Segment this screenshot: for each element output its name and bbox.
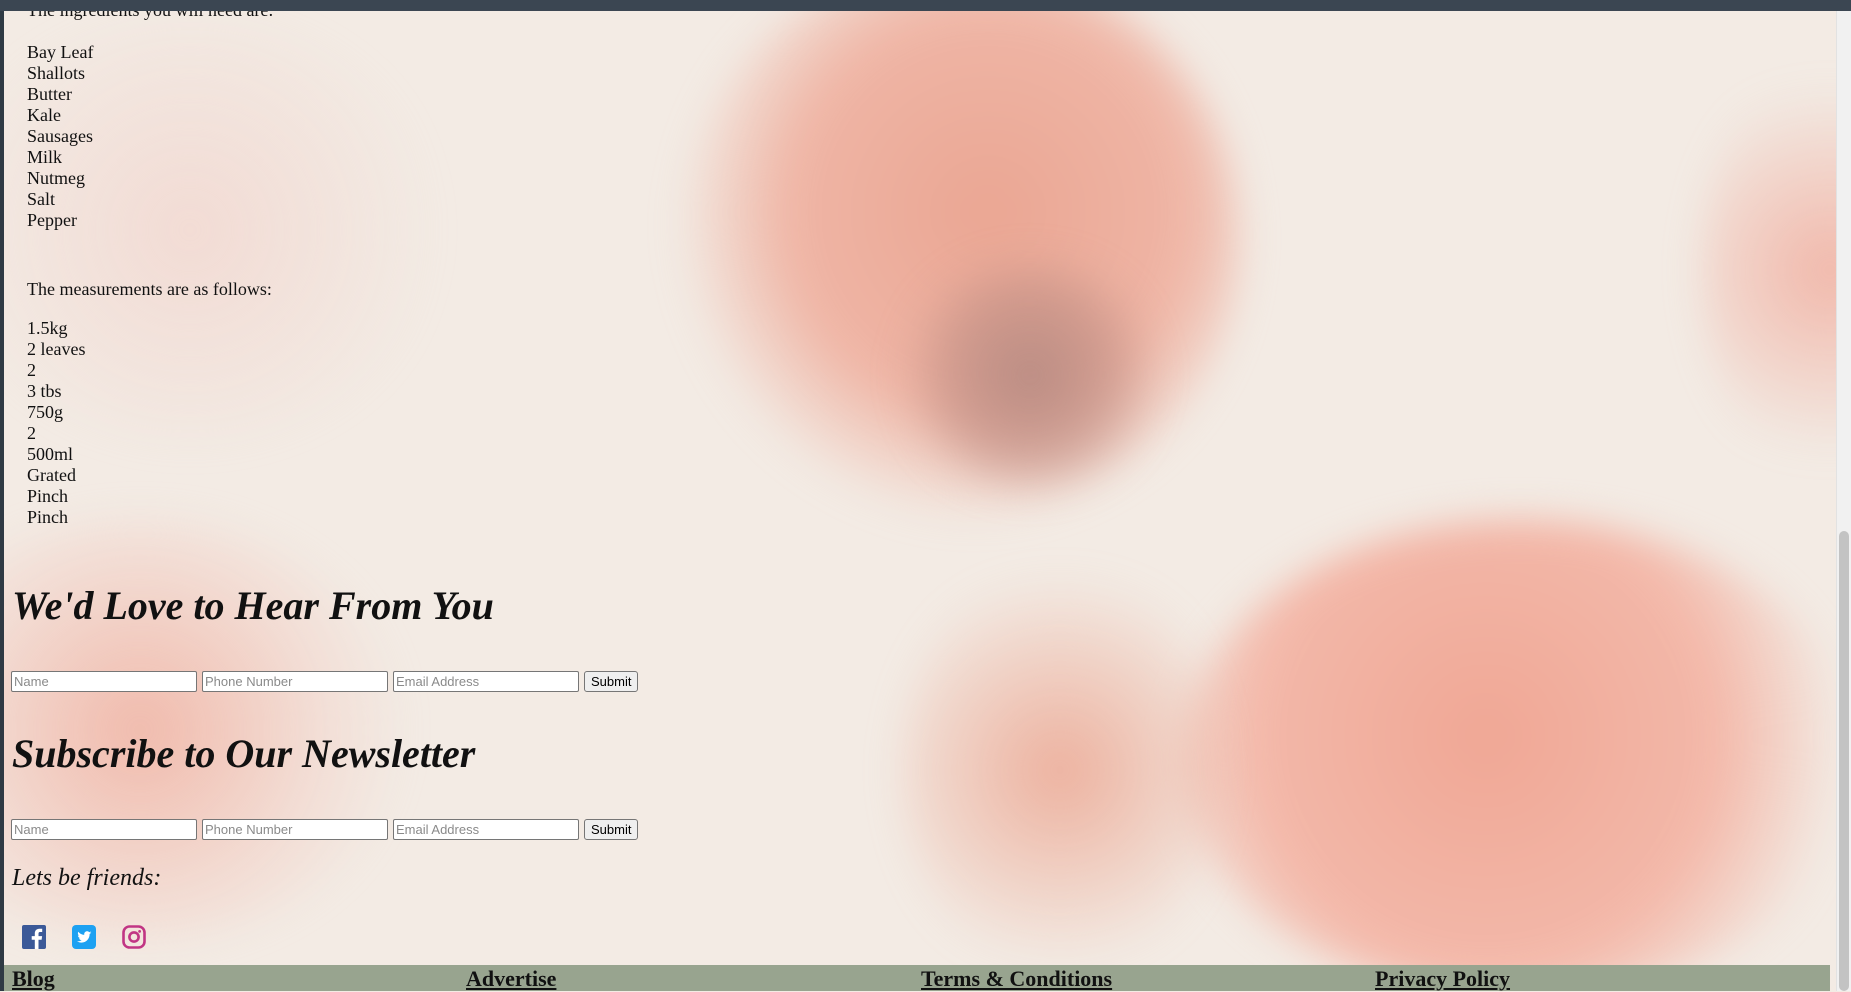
scrollbar-thumb[interactable] — [1839, 531, 1849, 991]
measurement-item: Pinch — [27, 507, 69, 527]
newsletter-heading: Subscribe to Our Newsletter — [12, 731, 476, 776]
footer-link-privacy[interactable]: Privacy Policy — [1375, 966, 1510, 992]
measurement-item: 2 — [27, 360, 36, 380]
measurement-item: Grated — [27, 465, 76, 485]
page-content: The ingredients you will need are: Bay L… — [0, 0, 1836, 991]
footer-bar: Blog Advertise Terms & Conditions Privac… — [4, 965, 1830, 991]
footer-link-terms[interactable]: Terms & Conditions — [921, 966, 1112, 992]
contact-submit-button[interactable]: Submit — [584, 671, 639, 692]
twitter-icon[interactable] — [72, 925, 96, 949]
social-label: Lets be friends: — [12, 865, 162, 891]
instagram-icon[interactable] — [122, 925, 146, 949]
newsletter-submit-button[interactable]: Submit — [584, 819, 639, 840]
newsletter-name-input[interactable] — [11, 819, 197, 840]
ingredient-item: Butter — [27, 84, 72, 104]
measurement-item: 1.5kg — [27, 318, 68, 338]
ingredient-item: Nutmeg — [27, 168, 85, 188]
ingredient-item: Milk — [27, 147, 63, 167]
measurement-item: 3 tbs — [27, 381, 62, 401]
footer-link-blog[interactable]: Blog — [12, 966, 55, 992]
footer-link-advertise[interactable]: Advertise — [466, 966, 556, 992]
facebook-icon[interactable] — [22, 925, 46, 949]
browser-top-bar — [0, 0, 1851, 11]
contact-heading: We'd Love to Hear From You — [12, 583, 494, 628]
contact-email-input[interactable] — [393, 671, 579, 692]
ingredient-item: Sausages — [27, 126, 93, 146]
contact-phone-input[interactable] — [202, 671, 388, 692]
page-scrollbar[interactable] — [1836, 11, 1851, 991]
measurements-list: 1.5kg 2 leaves 2 3 tbs 750g 2 500ml Grat… — [27, 318, 85, 528]
newsletter-form: Submit — [11, 819, 639, 840]
measurement-item: 2 leaves — [27, 339, 86, 359]
measurement-item: 2 — [27, 423, 36, 443]
newsletter-phone-input[interactable] — [202, 819, 388, 840]
newsletter-email-input[interactable] — [393, 819, 579, 840]
measurement-item: 750g — [27, 402, 63, 422]
measurements-intro: The measurements are as follows: — [27, 279, 272, 299]
window-left-edge — [0, 11, 4, 991]
contact-name-input[interactable] — [11, 671, 197, 692]
measurement-item: 500ml — [27, 444, 74, 464]
ingredient-item: Shallots — [27, 63, 86, 83]
ingredients-list: Bay Leaf Shallots Butter Kale Sausages M… — [27, 42, 93, 231]
ingredient-item: Kale — [27, 105, 61, 125]
ingredient-item: Bay Leaf — [27, 42, 94, 62]
measurement-item: Pinch — [27, 486, 69, 506]
ingredient-item: Pepper — [27, 210, 77, 230]
contact-form: Submit — [11, 671, 639, 692]
ingredient-item: Salt — [27, 189, 56, 209]
social-links — [22, 925, 146, 949]
